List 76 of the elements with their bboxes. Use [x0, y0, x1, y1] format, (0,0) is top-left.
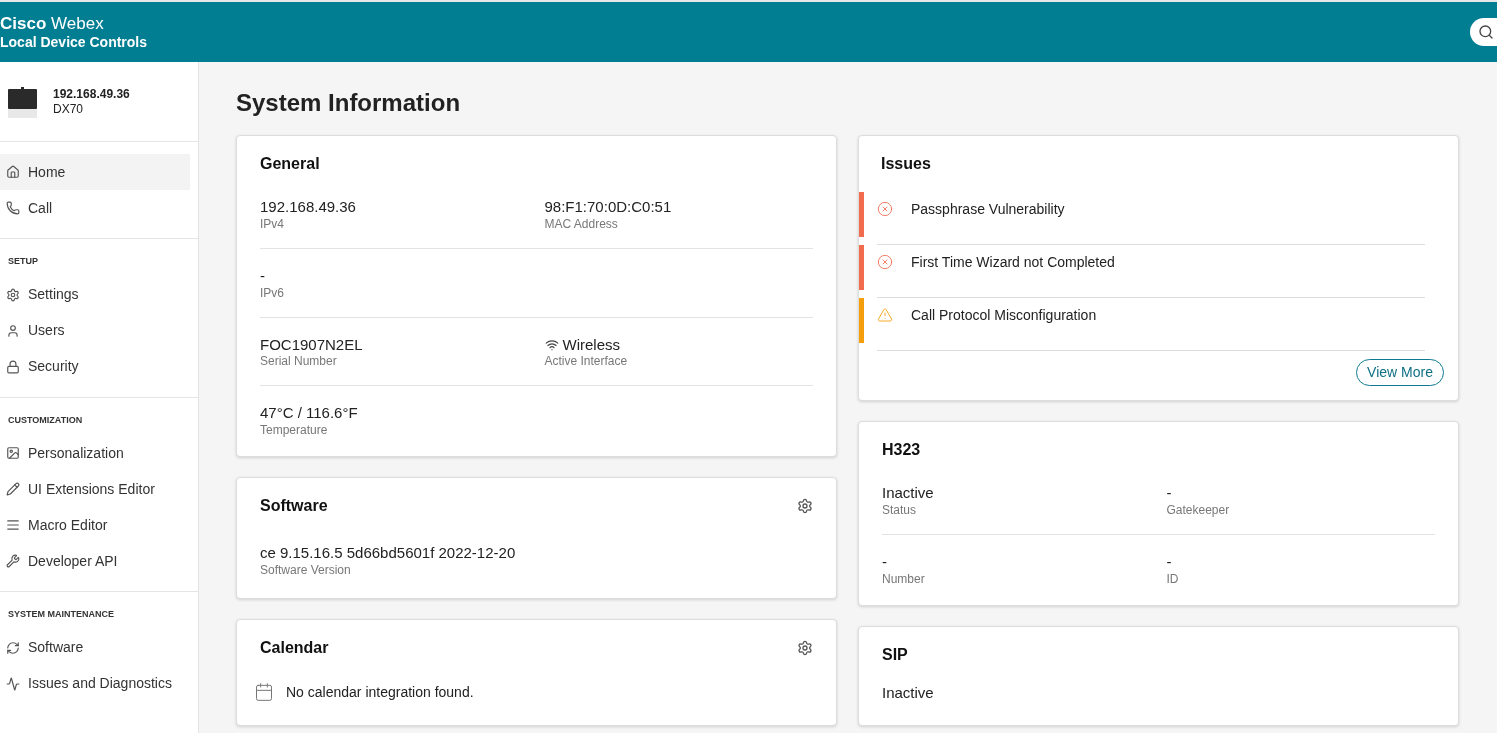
- severity-bar: [859, 245, 864, 290]
- lock-icon: [6, 359, 20, 374]
- app-subtitle: Local Device Controls: [0, 33, 148, 52]
- calendar-message: No calendar integration found.: [286, 682, 474, 702]
- error-icon: [877, 201, 893, 217]
- card-title: H323: [882, 440, 921, 460]
- field-value: -: [1166, 552, 1172, 572]
- nav-item[interactable]: Home: [0, 154, 190, 190]
- section-heading: SETUP: [7, 255, 39, 268]
- issue-title: Call Protocol Misconfiguration: [911, 305, 1097, 325]
- field-value: -: [260, 266, 265, 286]
- pulse-icon: [6, 676, 20, 691]
- field-value: ce 9.15.16.5 5d66bd5601f 2022-12-20: [260, 544, 516, 563]
- field-value: -: [882, 552, 887, 572]
- field-label: Software Version: [260, 562, 352, 578]
- calendar-icon: [254, 682, 274, 703]
- field-label: IPv6: [260, 285, 285, 301]
- field-value: 98:F1:70:0D:C0:51: [544, 198, 672, 217]
- pencil-icon: [6, 482, 20, 496]
- field-label: IPv4: [260, 216, 285, 232]
- section-heading: SYSTEM MAINTENANCE: [7, 608, 115, 621]
- device-address: 192.168.49.36: [53, 86, 130, 102]
- user-icon: [6, 323, 20, 338]
- brand-name: Cisco Webex: [0, 13, 104, 33]
- field-label: ID: [1166, 571, 1180, 587]
- settings-icon[interactable]: [797, 498, 813, 514]
- nav-item[interactable]: Macro Editor: [0, 507, 190, 543]
- field-value: Wireless: [562, 335, 620, 355]
- field-label: Gatekeeper: [1166, 502, 1231, 518]
- settings-icon[interactable]: [797, 639, 813, 656]
- gear-icon: [6, 287, 20, 302]
- nav-item[interactable]: Personalization: [0, 435, 190, 471]
- card-title: SIP: [882, 644, 908, 665]
- field-value: 192.168.49.36: [260, 198, 356, 217]
- search-button[interactable]: [1470, 18, 1497, 46]
- issue-title: First Time Wizard not Completed: [911, 252, 1115, 272]
- card-title: General: [260, 154, 320, 174]
- tools-icon: [6, 554, 20, 568]
- nav-item[interactable]: Issues and Diagnostics: [0, 665, 190, 702]
- severity-bar: [859, 298, 864, 343]
- severity-bar: [859, 192, 864, 237]
- field-label: Number: [882, 571, 926, 587]
- nav-item[interactable]: Users: [0, 312, 190, 349]
- field-value: -: [1166, 484, 1172, 503]
- issue-title: Passphrase Vulnerability: [911, 199, 1065, 219]
- phone-icon: [6, 201, 20, 215]
- field-label: Temperature: [260, 423, 329, 438]
- warning-icon: [877, 307, 893, 323]
- nav-item[interactable]: UI Extensions Editor: [0, 471, 190, 507]
- page-title: System Information: [236, 88, 462, 118]
- refresh-icon: [6, 640, 20, 655]
- field-value: Inactive: [882, 484, 934, 503]
- field-value: Inactive: [882, 683, 934, 701]
- field-value: 47°C / 116.6°F: [260, 404, 358, 423]
- lines-icon: [6, 518, 20, 532]
- wifi-icon: [544, 337, 559, 352]
- search-icon: [1478, 24, 1494, 40]
- field-label: MAC Address: [544, 216, 619, 232]
- section-heading: CUSTOMIZATION: [7, 413, 84, 427]
- error-icon: [877, 254, 893, 270]
- device-model: DX70: [53, 101, 85, 117]
- field-label: Serial Number: [260, 354, 338, 370]
- nav-item[interactable]: Security: [0, 348, 190, 385]
- card-title: Software: [260, 496, 328, 516]
- nav-item[interactable]: Developer API: [0, 543, 190, 579]
- card-title: Calendar: [260, 637, 329, 658]
- image-icon: [6, 446, 20, 460]
- device-icon: [8, 85, 37, 118]
- nav-item[interactable]: Settings: [0, 276, 190, 313]
- nav-item[interactable]: Call: [0, 190, 190, 226]
- field-value: FOC1907N2EL: [260, 335, 363, 355]
- field-label: Status: [882, 502, 918, 518]
- card-title: Issues: [881, 154, 931, 174]
- home-icon: [6, 165, 20, 179]
- field-label: Active Interface: [544, 354, 629, 370]
- nav-item[interactable]: Software: [0, 629, 190, 666]
